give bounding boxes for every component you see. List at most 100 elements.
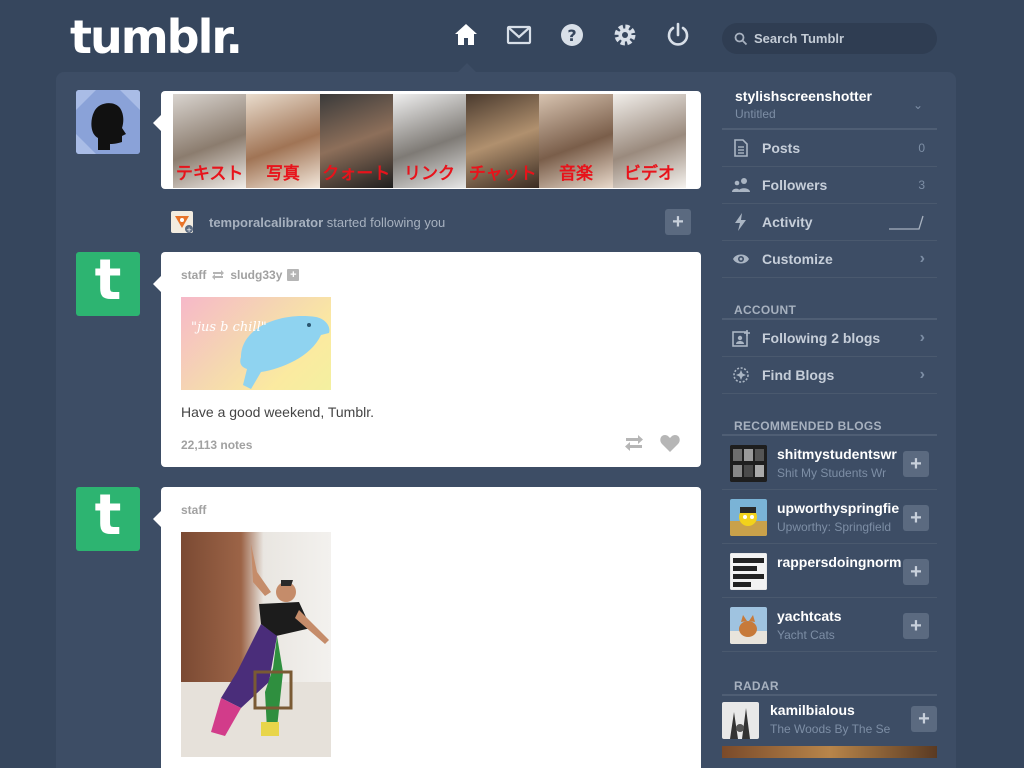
recommended-blog[interactable]: yachtcats Yacht Cats + [722,598,937,652]
follow-button[interactable]: + [903,505,929,531]
svg-text:+: + [186,226,192,233]
staff-avatar[interactable]: t [76,487,140,551]
sidebar-item-following[interactable]: Following 2 blogs › [722,320,937,357]
follow-text: started following you [323,214,446,230]
home-icon[interactable] [453,22,479,48]
sidebar: stylishscreenshotter Untitled ⌄ Posts 0 … [722,80,937,758]
svg-text:?: ? [567,26,576,45]
following-icon [730,327,752,349]
dashboard-banner[interactable]: テキスト 写真 クォート リンク チャット 音楽 ビデオ [153,91,701,189]
plus-icon: + [910,615,922,637]
banner-tile-quote[interactable]: クォート [319,94,393,188]
post-notes[interactable]: 22,113 notes [181,438,252,452]
inbox-icon[interactable] [506,22,532,48]
like-icon[interactable] [659,432,681,454]
banner-tile-text[interactable]: テキスト [173,94,247,188]
post-image-text: "jus b chill" [191,320,267,335]
follow-notification: + temporalcalibrator started following y… [171,209,691,235]
sidebar-item-find-blogs[interactable]: Find Blogs › [722,357,937,394]
reblog-icon[interactable] [623,432,645,454]
banner-tile-video[interactable]: ビデオ [612,94,686,188]
plus-icon: + [910,453,922,475]
follow-button[interactable]: + [903,559,929,585]
account-section-label: ACCOUNT [722,300,937,320]
blog-thumbnail[interactable] [730,607,767,644]
plus-icon: + [910,561,922,583]
nav-caret [458,63,476,72]
blog-name[interactable]: yachtcats [777,608,901,624]
follow-plus-icon[interactable]: + [287,269,300,281]
blog-name[interactable]: stylishscreenshotter [735,88,872,104]
sidebar-item-label: Customize [762,251,833,267]
radar-blog[interactable]: kamilbialous The Woods By The Se + [722,696,937,746]
post-photo[interactable] [181,532,331,757]
tumblr-logo[interactable]: tumblr. [70,10,243,64]
chevron-right-icon: › [919,329,925,346]
posts-count: 0 [918,141,925,155]
activity-icon [730,211,752,233]
banner-tile-audio[interactable]: 音楽 [539,94,613,188]
staff-avatar[interactable]: t [76,252,140,316]
sidebar-item-followers[interactable]: Followers 3 [722,167,937,204]
post-author[interactable]: staff [181,503,206,517]
followers-icon [730,174,752,196]
settings-icon[interactable] [612,22,638,48]
blog-title: Untitled [735,107,776,121]
sidebar-item-activity[interactable]: Activity [722,204,937,241]
plus-icon: + [672,211,684,233]
reblogged-from[interactable]: sludg33y [230,268,282,282]
blog-thumbnail[interactable] [730,499,767,536]
recommended-section-label: RECOMMENDED BLOGS [722,416,937,436]
chevron-right-icon: › [919,250,925,267]
posts-icon [730,137,752,159]
banner-tile-link[interactable]: リンク [392,94,467,188]
search-bar[interactable] [722,23,937,54]
blog-thumbnail[interactable] [730,553,767,590]
plus-icon: + [910,507,922,529]
my-avatar[interactable] [76,90,140,154]
sidebar-item-label: Find Blogs [762,367,835,383]
banner-tile-photo[interactable]: 写真 [246,94,320,188]
radar-image[interactable] [722,746,937,758]
activity-sparkline [889,215,924,230]
blog-name[interactable]: shitmystudentswr [777,446,901,462]
blog-title: The Woods By The Se [770,722,891,736]
follow-button[interactable]: + [903,451,929,477]
chevron-right-icon: › [919,366,925,383]
sidebar-item-posts[interactable]: Posts 0 [722,130,937,167]
post-card: staff sludg33y + "jus b chill" Have a go… [153,252,701,467]
recommended-blog[interactable]: rappersdoingnorm + [722,544,937,598]
blog-name[interactable]: kamilbialous [770,702,894,718]
follow-button[interactable]: + [911,706,937,732]
search-input[interactable] [754,31,924,46]
blog-name[interactable]: rappersdoingnorm [777,554,901,570]
radar-section-label: RADAR [722,676,937,696]
blog-thumbnail[interactable] [730,445,767,482]
follower-avatar[interactable]: + [171,211,193,234]
post-caption: Have a good weekend, Tumblr. [181,404,375,420]
follow-button[interactable]: + [903,613,929,639]
sidebar-item-label: Following 2 blogs [762,330,881,346]
blog-switcher[interactable]: stylishscreenshotter Untitled ⌄ [722,80,937,130]
power-icon[interactable] [665,22,691,48]
blog-name[interactable]: upworthyspringfie [777,500,901,516]
reblog-icon [212,270,225,280]
chevron-down-icon[interactable]: ⌄ [913,98,923,112]
recommended-blog[interactable]: upworthyspringfie Upworthy: Springfield … [722,490,937,544]
post-author[interactable]: staff [181,268,206,282]
sidebar-item-label: Activity [762,214,813,230]
help-icon[interactable]: ? [559,22,585,48]
banner-tile-chat[interactable]: チャット [466,94,540,188]
blog-title: Yacht Cats [777,628,835,642]
sidebar-item-customize[interactable]: Customize › [722,241,937,278]
recommended-blog[interactable]: shitmystudentswr Shit My Students Wr + [722,436,937,490]
blog-thumbnail[interactable] [722,702,759,739]
follower-username[interactable]: temporalcalibrator [209,215,323,230]
blog-title: Shit My Students Wr [777,466,887,480]
eye-icon [730,248,752,270]
plus-icon: + [918,708,930,730]
followers-count: 3 [918,178,925,192]
post-card: staff [153,487,701,768]
post-image[interactable]: "jus b chill" [181,297,331,390]
follow-back-button[interactable]: + [665,209,691,235]
